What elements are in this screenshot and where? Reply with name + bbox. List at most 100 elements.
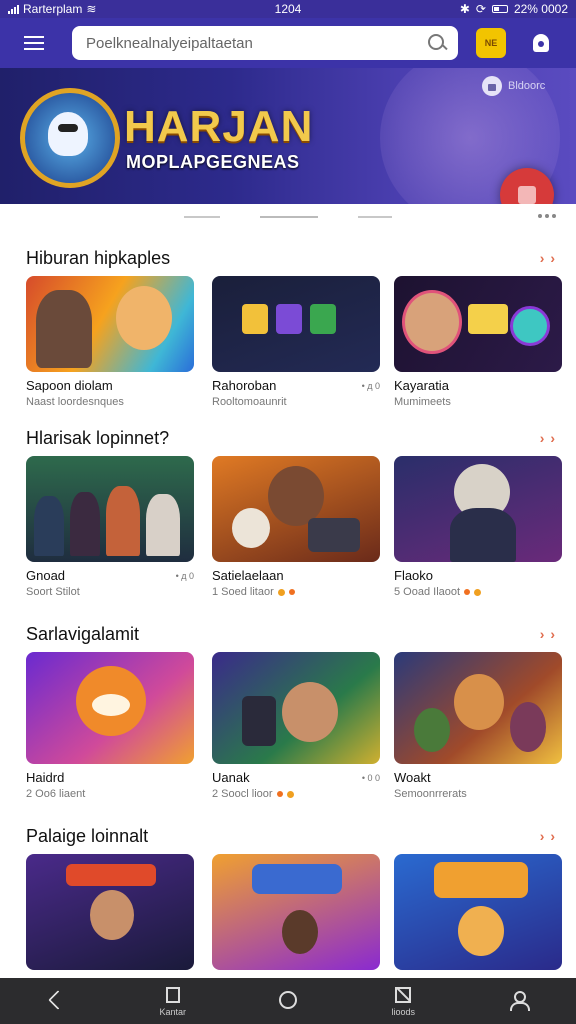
card-meta: • д 0 — [175, 570, 194, 581]
banner-chip[interactable]: Bldoorc — [482, 76, 545, 96]
card-title: Uanak — [212, 770, 250, 785]
game-thumbnail[interactable] — [26, 652, 194, 764]
card-title: Flaoko — [394, 568, 434, 583]
game-thumbnail[interactable] — [26, 456, 194, 562]
chevron-right-icon[interactable]: › › — [540, 430, 556, 446]
card-subtitle-text: 2 Soocl lioor — [212, 788, 273, 800]
pager-dash[interactable] — [358, 216, 392, 218]
card-subtitle: Rooltomoaunrit — [212, 396, 287, 408]
game-thumbnail[interactable] — [394, 276, 562, 372]
banner-chip-label: Bldoorc — [508, 80, 546, 92]
notifications-button[interactable] — [526, 28, 556, 58]
card-title: Sapoon diolam — [26, 378, 113, 393]
signal-icon — [8, 4, 19, 14]
chevron-right-icon[interactable]: › › — [540, 828, 556, 844]
game-thumbnail[interactable] — [394, 456, 562, 562]
card-subtitle: Mumimeets — [394, 396, 451, 408]
search-icon[interactable] — [426, 32, 448, 54]
card-subtitle: Soort Stilot — [26, 586, 80, 598]
hero-banner[interactable]: HARJAN MOPLAPGEGNEAS Bldoorc — [0, 68, 576, 204]
game-thumbnail[interactable] — [394, 652, 562, 764]
sync-icon: ⟳ — [475, 2, 486, 16]
card-subtitle: 2 Soocl lioor — [212, 788, 380, 800]
home-circle-icon — [279, 991, 297, 1009]
coin-icon — [464, 589, 471, 595]
banner-title: HARJAN — [124, 102, 314, 151]
chevron-right-icon[interactable]: › › — [540, 250, 556, 266]
game-card[interactable] — [212, 854, 380, 970]
coin-icon — [286, 790, 294, 798]
game-thumbnail[interactable] — [394, 854, 562, 970]
card-meta: • д 0 — [361, 380, 380, 391]
coin-icon — [277, 588, 285, 596]
search-box[interactable] — [72, 26, 458, 60]
card-title: Gnoad — [26, 568, 66, 583]
game-thumbnail[interactable] — [212, 276, 380, 372]
game-card[interactable] — [394, 854, 562, 970]
game-thumbnail[interactable] — [26, 854, 194, 970]
menu-button[interactable] — [12, 21, 56, 65]
bluetooth-icon: ✱ — [459, 2, 470, 16]
bell-icon — [533, 34, 549, 52]
pager-dash-active[interactable] — [260, 216, 318, 218]
game-card[interactable]: Sapoon diolam Naast loordesnques — [26, 276, 194, 408]
game-card[interactable]: Uanak • 0 0 2 Soocl lioor — [212, 652, 380, 800]
section-title: Hlarisak lopinnet? — [26, 427, 170, 448]
coin-icon — [474, 588, 482, 596]
clock: 1204 — [274, 2, 302, 16]
battery-label: 22% 0002 — [513, 2, 568, 16]
game-thumbnail[interactable] — [212, 652, 380, 764]
game-card[interactable]: Rahoroban • д 0 Rooltomoaunrit — [212, 276, 380, 408]
banner-subtitle: MOPLAPGEGNEAS — [126, 152, 300, 172]
game-thumbnail[interactable] — [26, 276, 194, 372]
game-card[interactable] — [26, 854, 194, 970]
card-title: Haidrd — [26, 770, 65, 785]
card-title: Satielaelaan — [212, 568, 284, 583]
card-subtitle: Semoonrrerats — [394, 788, 467, 800]
back-icon — [47, 990, 68, 1010]
card-title: Rahoroban — [212, 378, 277, 393]
mascot-figure — [48, 112, 88, 156]
nav-kantar[interactable]: Kantar — [115, 978, 230, 1024]
game-card[interactable]: Woakt Semoonrrerats — [394, 652, 562, 800]
fab-icon — [518, 186, 536, 204]
card-subtitle: 1 Soed litaor — [212, 586, 380, 598]
search-input[interactable] — [86, 34, 426, 52]
card-meta: • 0 0 — [361, 772, 380, 783]
wifi-icon: ≋ — [86, 2, 97, 16]
nav-goods[interactable]: lioods — [346, 978, 461, 1024]
game-thumbnail[interactable] — [212, 456, 380, 562]
chevron-right-icon[interactable]: › › — [540, 626, 556, 642]
pager-dash[interactable] — [184, 216, 220, 218]
game-card[interactable]: Kayaratia Mumimeets — [394, 276, 562, 408]
card-subtitle: 5 Ooad Ilaoot — [394, 586, 562, 598]
game-card[interactable]: Flaoko 5 Ooad Ilaoot — [394, 456, 562, 598]
game-card[interactable]: Haidrd 2 Oo6 liaent — [26, 652, 194, 800]
battery-icon — [491, 5, 508, 13]
nav-label: lioods — [391, 1007, 415, 1017]
card-subtitle: 2 Oo6 liaent — [26, 788, 86, 800]
top-app-bar: NE — [0, 18, 576, 68]
menu-icon — [24, 34, 44, 52]
section-title: Sarlavigalamit — [26, 623, 140, 644]
lock-icon — [482, 76, 502, 96]
card-subtitle-text: 1 Soed litaor — [212, 586, 274, 598]
badge-label: NE — [484, 38, 498, 48]
section-title: Palaige loinnalt — [26, 825, 149, 846]
coin-icon — [276, 791, 283, 797]
nav-home[interactable] — [230, 978, 345, 1024]
card-subtitle-text: 5 Ooad Ilaoot — [394, 586, 461, 598]
game-thumbnail[interactable] — [212, 854, 380, 970]
banner-pager[interactable] — [0, 210, 576, 224]
nav-profile[interactable] — [461, 978, 576, 1024]
carrier-label: Rarterplam — [23, 2, 83, 16]
nav-label: Kantar — [159, 1007, 187, 1017]
bottom-navigation: Kantar lioods — [0, 978, 576, 1024]
box-icon — [395, 987, 412, 1003]
nav-back[interactable] — [0, 978, 115, 1024]
section-title: Hiburan hipkaples — [26, 247, 171, 268]
badge-button[interactable]: NE — [476, 28, 506, 58]
game-card[interactable]: Gnoad • д 0 Soort Stilot — [26, 456, 194, 598]
game-card[interactable]: Satielaelaan 1 Soed litaor — [212, 456, 380, 598]
more-dots-icon[interactable] — [538, 214, 556, 218]
